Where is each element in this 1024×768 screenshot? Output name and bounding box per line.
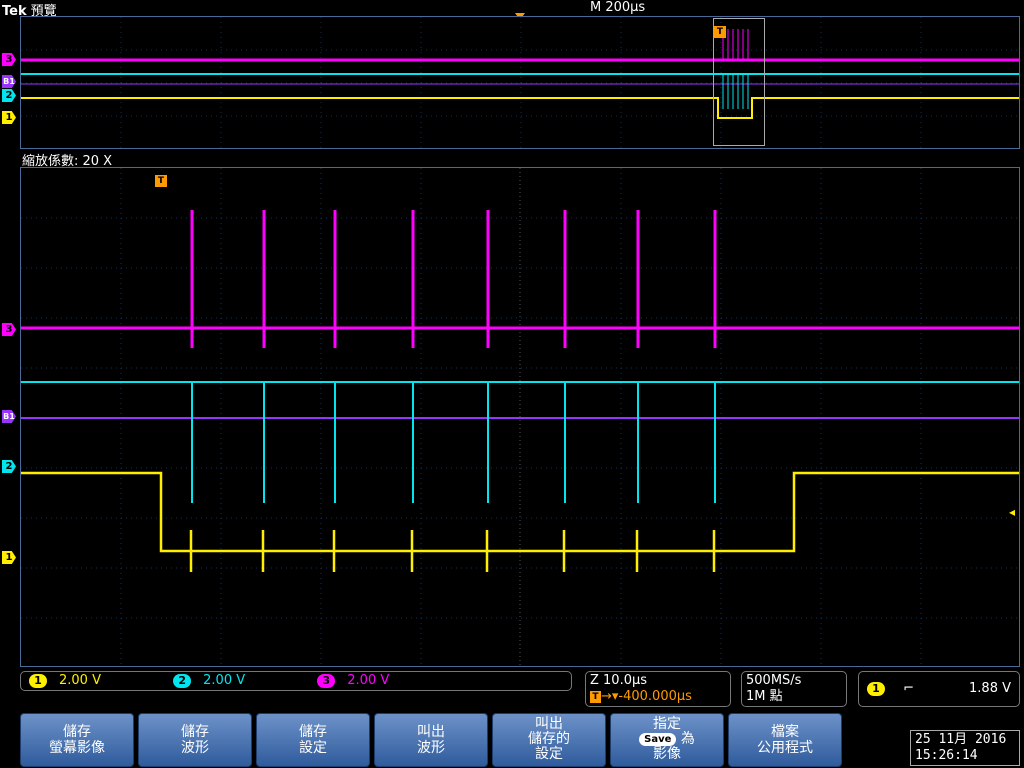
overview-waveform-window[interactable] [20, 16, 1020, 149]
trigger-level: 1.88 V [969, 681, 1011, 696]
button-line: 叫出 [417, 724, 445, 740]
zoom-b1-marker[interactable]: B1 [2, 410, 16, 423]
button-line: 儲存 [63, 724, 91, 740]
button-text: 為 [680, 731, 695, 747]
button-line: 設定 [299, 740, 327, 756]
zoom-ch2-marker-label: 2 [5, 461, 13, 472]
falling-edge-icon: ⌐ [903, 681, 915, 696]
zoom-trigger-icon: T [155, 175, 167, 187]
button-line: 檔案 [771, 724, 799, 740]
time: 15:26:14 [915, 748, 978, 763]
zoom-ch2-marker[interactable]: 2 [2, 460, 16, 473]
overview-trigger-label: T [716, 27, 724, 37]
button-line: 叫出 [535, 716, 563, 732]
ch1-scale: 2.00 V [59, 673, 101, 688]
zoom-ch1-marker-label: 1 [5, 552, 13, 563]
zoom-waveform-window[interactable] [20, 167, 1020, 667]
sample-rate: 500MS/s [746, 673, 802, 688]
button-line: 波形 [181, 740, 209, 756]
save-waveform-button[interactable]: 儲存 波形 [138, 713, 252, 767]
save-setup-button[interactable]: 儲存 設定 [256, 713, 370, 767]
button-line: 指定 [653, 716, 681, 732]
ch1-chip: 1 [29, 673, 47, 688]
zoom-info-panel[interactable]: Z 10.0µs T →▾-400.000µs [585, 671, 731, 707]
overview-b1-marker[interactable]: B1 [2, 75, 16, 88]
overview-ch1-marker[interactable]: 1 [2, 111, 16, 124]
overview-b1-marker-label: B1 [3, 77, 15, 86]
trigger-delay-icon: T [590, 690, 601, 703]
trigger-delay: -400.000µs [618, 689, 692, 704]
zoom-ch3-marker[interactable]: 3 [2, 323, 16, 336]
button-line: 螢幕影像 [49, 740, 105, 756]
zoom-ch1-marker[interactable]: 1 [2, 551, 16, 564]
zoom-ch3-trace [21, 210, 1019, 348]
button-line: 儲存 [299, 724, 327, 740]
recall-waveform-button[interactable]: 叫出 波形 [374, 713, 488, 767]
save-chip: Save [639, 732, 677, 746]
trigger-level-arrow-icon[interactable]: ◂ [1009, 505, 1015, 519]
button-line: 設定 [535, 746, 563, 762]
date-time-display: 25 11月 2016 15:26:14 [910, 730, 1020, 766]
horizontal-timebase[interactable]: M 200µs [590, 0, 645, 15]
overview-grid [21, 17, 1019, 148]
button-line: 儲存 [181, 724, 209, 740]
save-screen-image-button[interactable]: 儲存 螢幕影像 [20, 713, 134, 767]
overview-ch3-marker[interactable]: 3 [2, 53, 16, 66]
ch3-chip: 3 [317, 673, 336, 688]
ch1-scale-readout[interactable]: 1 2.00 V [29, 673, 169, 688]
zoom-ch3-marker-label: 3 [5, 324, 13, 335]
zoom-scale: Z 10.0µs [590, 673, 648, 688]
date: 25 11月 2016 [915, 732, 1007, 747]
ch3-scale: 2.00 V [347, 673, 390, 688]
record-length: 1M 點 [746, 689, 783, 704]
button-line: Save 為 [611, 732, 723, 747]
overview-trigger-icon: T [714, 26, 726, 38]
overview-ch2-marker[interactable]: 2 [2, 89, 16, 102]
ch2-chip: 2 [173, 673, 192, 688]
button-line: 影像 [653, 746, 681, 762]
overview-ch3-marker-label: 3 [5, 54, 13, 65]
overview-waveform-plot [21, 17, 1019, 148]
zoom-b1-marker-label: B1 [3, 412, 15, 421]
button-line: 儲存的 [528, 731, 570, 747]
zoom-trigger-label: T [157, 176, 165, 186]
overview-ch2-marker-label: 2 [5, 90, 13, 101]
overview-ch1-trace [21, 97, 1019, 119]
file-utilities-button[interactable]: 檔案 公用程式 [728, 713, 842, 767]
overview-ch1-marker-label: 1 [5, 112, 13, 123]
ch2-scale-readout[interactable]: 2 2.00 V [173, 673, 313, 688]
recall-saved-setup-button[interactable]: 叫出 儲存的 設定 [492, 713, 606, 767]
trigger-source-chip: 1 [867, 681, 885, 696]
channel-scale-panel: 1 2.00 V 2 2.00 V 3 2.00 V [20, 671, 572, 691]
zoom-waveform-plot [21, 168, 1019, 666]
zoom-ch1-trace [21, 471, 1019, 572]
button-line: 公用程式 [757, 740, 813, 756]
ch3-scale-readout[interactable]: 3 2.00 V [317, 673, 457, 688]
trigger-panel[interactable]: 1 ⌐ 1.88 V [858, 671, 1020, 707]
acquisition-panel[interactable]: 500MS/s 1M 點 [741, 671, 847, 707]
delay-arrow-icon: →▾ [601, 689, 619, 704]
button-line: 波形 [417, 740, 445, 756]
trigger-delay-row: T →▾-400.000µs [590, 689, 726, 705]
top-status-bar: Tek 預覽 M 200µs [0, 0, 1024, 19]
ch2-scale: 2.00 V [203, 673, 246, 688]
assign-save-button[interactable]: 指定 Save 為 影像 [610, 713, 724, 767]
